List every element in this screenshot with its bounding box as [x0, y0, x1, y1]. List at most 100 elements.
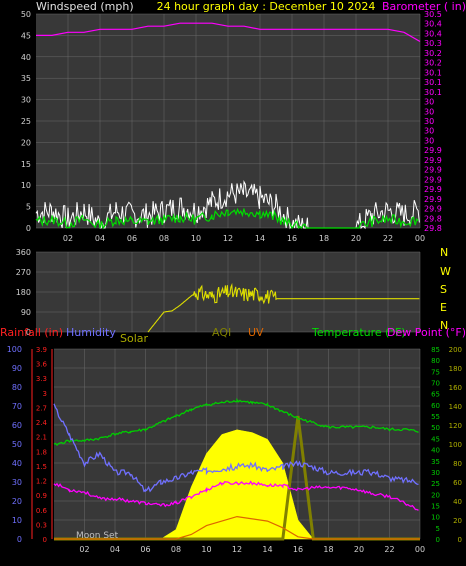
humidity-tick-label: 0	[17, 535, 22, 544]
rain-tick-label: 3.6	[36, 361, 48, 369]
graph-title: 24 hour graph day : December 10 2024	[157, 0, 376, 13]
humidity-tick-label: 20	[12, 497, 22, 506]
direction-tick-label: 270	[16, 268, 31, 277]
barometer-tick-label: 30.4	[424, 29, 442, 38]
barometer-tick-label: 29.9	[424, 166, 442, 175]
solar-tick-label: 180	[449, 365, 462, 373]
moonset-label: Moon Set	[76, 531, 119, 541]
wind-tick-label: 10	[21, 181, 31, 190]
multi-x-tick: 10	[201, 545, 211, 554]
temp-tick-label: 35	[431, 458, 440, 466]
wind-tick-label: 0	[26, 224, 31, 233]
temp-tick-label: 70	[431, 380, 440, 388]
barometer-tick-label: 30	[424, 117, 434, 126]
solar-tick-label: 100	[449, 441, 462, 449]
temp-tick-label: 65	[431, 391, 440, 399]
legend-dewpoint: Dew Point (°F)	[387, 326, 466, 339]
wind-tick-label: 45	[21, 31, 31, 40]
wind-tick-label: 5	[26, 203, 31, 212]
wind-tick-label: 20	[21, 138, 31, 147]
wind-tick-label: 40	[21, 53, 31, 62]
solar-tick-label: 40	[453, 498, 462, 506]
multi-x-tick: 18	[323, 545, 333, 554]
wind-tick-label: 50	[21, 10, 31, 19]
rain-tick-label: 1.8	[36, 448, 47, 456]
temp-tick-label: 40	[431, 447, 440, 455]
wind-x-tick: 02	[63, 234, 73, 243]
rain-tick-label: 0.6	[36, 507, 48, 515]
wind-x-tick: 16	[287, 234, 297, 243]
direction-tick-label: 360	[16, 248, 31, 257]
barometer-tick-label: 29.9	[424, 185, 442, 194]
solar-tick-label: 160	[449, 384, 462, 392]
barometer-tick-label: 30	[424, 107, 434, 116]
rain-tick-label: 3.9	[36, 346, 47, 354]
wind-tick-label: 25	[21, 117, 31, 126]
rain-tick-label: 1.2	[36, 478, 47, 486]
temp-tick-label: 45	[431, 435, 440, 443]
rain-tick-label: 1.5	[36, 463, 47, 471]
rain-tick-label: 3	[43, 390, 47, 398]
humidity-tick-label: 30	[12, 478, 22, 487]
rain-tick-label: 0.9	[36, 492, 47, 500]
barometer-tick-label: 30.1	[424, 68, 442, 77]
barometer-tick-label: 30.5	[424, 10, 442, 19]
wind-tick-label: 30	[21, 96, 31, 105]
legend-uv: UV	[248, 326, 264, 339]
wind-x-tick: 22	[383, 234, 393, 243]
barometer-tick-label: 30.2	[424, 49, 442, 58]
temp-tick-label: 0	[436, 536, 440, 544]
barometer-tick-label: 30.1	[424, 78, 442, 87]
wind-tick-label: 35	[21, 74, 31, 83]
barometer-tick-label: 30.1	[424, 88, 442, 97]
legend-rainfall: Rainfall (in)	[0, 326, 63, 339]
legend-solar: Solar	[120, 332, 149, 345]
wind-x-tick: 08	[159, 234, 169, 243]
rain-tick-label: 3.3	[36, 375, 47, 383]
solar-tick-label: 120	[449, 422, 462, 430]
barometer-tick-label: 30	[424, 127, 434, 136]
temp-tick-label: 5	[436, 525, 440, 533]
compass-n-top: N	[440, 246, 448, 259]
humidity-tick-label: 70	[12, 402, 22, 411]
direction-tick-label: 90	[21, 308, 31, 317]
barometer-tick-label: 29.9	[424, 146, 442, 155]
legend-humidity: Humidity	[66, 326, 116, 339]
humidity-tick-label: 50	[12, 440, 22, 449]
barometer-tick-label: 29.8	[424, 224, 442, 233]
wind-x-tick: 12	[223, 234, 233, 243]
barometer-tick-label: 29.8	[424, 214, 442, 223]
multi-x-tick: 00	[415, 545, 425, 554]
temp-tick-label: 50	[431, 424, 440, 432]
multi-x-tick: 20	[354, 545, 364, 554]
solar-tick-label: 140	[449, 403, 462, 411]
wind-x-tick: 18	[319, 234, 329, 243]
rain-tick-label: 2.7	[36, 404, 47, 412]
rain-tick-label: 2.4	[36, 419, 48, 427]
solar-tick-label: 200	[449, 346, 462, 354]
barometer-tick-label: 30	[424, 136, 434, 145]
temp-tick-label: 20	[431, 491, 440, 499]
barometer-tick-label: 29.9	[424, 156, 442, 165]
temp-tick-label: 10	[431, 514, 440, 522]
weather-graph: Windspeed (mph) 24 hour graph day : Dece…	[0, 0, 466, 566]
multi-x-tick: 04	[110, 545, 120, 554]
rain-tick-label: 0	[43, 536, 47, 544]
solar-tick-label: 80	[453, 460, 462, 468]
temp-tick-label: 60	[431, 402, 440, 410]
multi-x-tick: 08	[171, 545, 181, 554]
solar-tick-label: 0	[458, 536, 462, 544]
temp-tick-label: 25	[431, 480, 440, 488]
multi-x-tick: 02	[79, 545, 89, 554]
multi-x-tick: 06	[140, 545, 150, 554]
direction-tick-label: 180	[16, 288, 31, 297]
barometer-tick-label: 29.9	[424, 195, 442, 204]
humidity-tick-label: 100	[7, 345, 22, 354]
wind-x-tick: 00	[415, 234, 425, 243]
temp-tick-label: 85	[431, 346, 440, 354]
temp-tick-label: 15	[431, 502, 440, 510]
solar-tick-label: 20	[453, 517, 462, 525]
multi-x-tick: 16	[293, 545, 303, 554]
wind-x-tick: 20	[351, 234, 361, 243]
multi-x-tick: 14	[262, 545, 272, 554]
